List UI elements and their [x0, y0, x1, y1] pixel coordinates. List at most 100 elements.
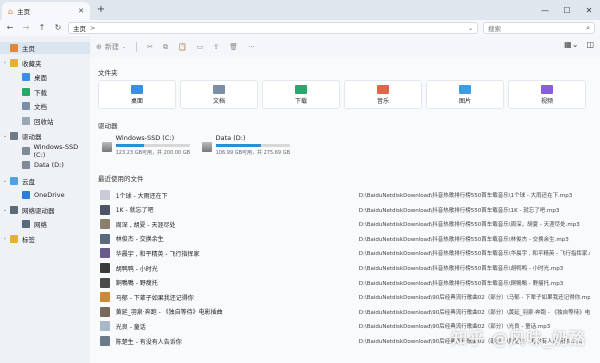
- file-thumbnail: [100, 248, 110, 259]
- paste-icon[interactable]: 📋: [178, 43, 187, 51]
- file-thumbnail: [100, 277, 110, 288]
- drive-icon: [202, 142, 212, 152]
- file-name: 黄延_羽泉·奔跑 - 《独自等待》电影插曲: [115, 309, 223, 317]
- sidebar-item-label: 标签: [22, 236, 35, 244]
- recent-file-row[interactable]: 1K - 就忘了吧 D:\BaiduNetdiskDownload\抖音热歌排行榜…: [100, 203, 590, 217]
- drives-header: 驱动器: [98, 122, 118, 130]
- chevron-icon[interactable]: ⌄: [2, 207, 8, 213]
- chevron-icon[interactable]: ⌄: [2, 133, 8, 139]
- file-path: D:\BaiduNetdiskDownload\抖音热歌排行榜550首车载音乐\…: [358, 266, 564, 272]
- file-name: 华晨宇 , 和平精英 - 飞行指挥家: [115, 250, 200, 258]
- file-thumbnail: [100, 219, 110, 230]
- sidebar-item[interactable]: 下载: [0, 86, 90, 98]
- sidebar-item[interactable]: Data (D:): [0, 159, 90, 171]
- tab-title: 主页: [17, 8, 31, 16]
- more-options-icon[interactable]: ···: [248, 43, 255, 51]
- path-root[interactable]: 主页: [73, 23, 86, 33]
- folder-icon: [10, 235, 18, 243]
- quick-access-folder[interactable]: 下载: [262, 80, 340, 109]
- search-icon[interactable]: ⌕: [586, 24, 590, 33]
- back-arrow-icon[interactable]: ←: [4, 22, 16, 34]
- sidebar-item[interactable]: ⌄ 网络驱动器: [0, 204, 90, 216]
- sidebar-item[interactable]: 回收站: [0, 115, 90, 127]
- file-path: D:\BaiduNetdiskDownload\90后经典流行歌曲02（部分）\…: [358, 309, 590, 316]
- file-name: 1K - 就忘了吧: [115, 207, 154, 215]
- copy-icon[interactable]: ⧉: [163, 43, 168, 52]
- drive-tile[interactable]: Windows-SSD (C:) 123.23 GB可用，共 200.00 GB: [100, 132, 192, 162]
- home-icon: ⌂: [8, 6, 14, 16]
- drive-tile[interactable]: Data (D:) 106.99 GB可用，共 275.69 GB: [200, 132, 292, 162]
- folder-label: 下载: [294, 97, 307, 105]
- folder-label: 图片: [458, 97, 471, 105]
- tab-home[interactable]: ⌂ 主页 ✕: [2, 2, 90, 20]
- recent-file-row[interactable]: 1个球 - 大雨还在下 D:\BaiduNetdiskDownload\抖音热歌排…: [100, 188, 590, 202]
- tab-close-icon[interactable]: ✕: [78, 7, 84, 15]
- sidebar-item[interactable]: › 标签: [0, 233, 90, 245]
- drive-name: Data (D:): [215, 134, 246, 142]
- sidebar-item-label: 云盘: [22, 178, 35, 186]
- recent-file-row[interactable]: 林俊杰 - 交换余生 D:\BaiduNetdiskDownload\抖音热歌排行…: [100, 232, 590, 246]
- sidebar-item[interactable]: › 收藏夹: [0, 57, 90, 69]
- recent-file-row[interactable]: 銅鴨鴨 - 野瘦托 D:\BaiduNetdiskDownload\抖音热歌排行榜…: [100, 276, 590, 290]
- folder-icon: [22, 161, 30, 169]
- quick-access-folder[interactable]: 音乐: [344, 80, 422, 109]
- path-dropdown-icon[interactable]: ⌄: [468, 25, 473, 32]
- folder-icon: [541, 84, 553, 94]
- path-separator-icon[interactable]: >: [90, 24, 95, 32]
- sidebar-item[interactable]: ⌄ 云盘: [0, 175, 90, 187]
- quick-access-folder[interactable]: 视频: [508, 80, 586, 109]
- sidebar-item-label: 网络驱动器: [22, 207, 55, 215]
- recent-file-row[interactable]: 胡鸭鸭 - 小时光 D:\BaiduNetdiskDownload\抖音热歌排行榜…: [100, 261, 590, 275]
- details-pane-icon[interactable]: ◫: [586, 40, 594, 49]
- file-name: 陈楚生 - 有没有人告诉你: [115, 338, 182, 346]
- sidebar-item-label: 文档: [34, 103, 47, 111]
- chevron-icon[interactable]: ›: [2, 236, 8, 242]
- new-button[interactable]: ⊕ 新建 ⌄: [96, 42, 126, 52]
- chevron-icon[interactable]: ⌄: [2, 178, 8, 184]
- sidebar-item[interactable]: 主页: [0, 42, 90, 54]
- minimize-button[interactable]: —: [534, 0, 556, 20]
- refresh-icon[interactable]: ↻: [52, 22, 64, 34]
- cut-icon[interactable]: ✂: [147, 43, 153, 51]
- sidebar-item[interactable]: 网络: [0, 218, 90, 230]
- rename-icon[interactable]: ▭: [197, 43, 204, 51]
- recent-file-row[interactable]: 华晨宇 , 和平精英 - 飞行指挥家 D:\BaiduNetdiskDownloa…: [100, 246, 590, 260]
- folder-icon: [22, 191, 30, 199]
- sidebar-item[interactable]: ⌄ 驱动器: [0, 130, 90, 142]
- file-thumbnail: [100, 336, 110, 346]
- forward-arrow-icon[interactable]: →: [20, 22, 32, 34]
- address-bar[interactable]: 主页 > ⌄: [68, 22, 478, 34]
- chevron-icon[interactable]: ›: [2, 60, 8, 66]
- share-icon[interactable]: ⇪: [213, 43, 219, 51]
- up-arrow-icon[interactable]: ↑: [36, 22, 48, 34]
- quick-access-folder[interactable]: 图片: [426, 80, 504, 109]
- folder-icon: [10, 177, 18, 185]
- sidebar-item[interactable]: OneDrive: [0, 189, 90, 201]
- recent-file-row[interactable]: 黄延_羽泉·奔跑 - 《独自等待》电影插曲 D:\BaiduNetdiskDown…: [100, 305, 590, 319]
- delete-icon[interactable]: 🗑: [229, 43, 238, 51]
- sidebar-item[interactable]: 文档: [0, 100, 90, 112]
- view-controls: ▦⌄ ◫: [564, 40, 594, 49]
- folder-label: 视频: [540, 97, 553, 105]
- recent-file-row[interactable]: 周深 , 胡夏 - 天涯尽处 D:\BaiduNetdiskDownload\抖音…: [100, 217, 590, 231]
- recent-files-header: 最近使用的文件: [98, 175, 144, 183]
- maximize-button[interactable]: ☐: [556, 0, 578, 20]
- new-tab-button[interactable]: +: [95, 4, 107, 16]
- window-controls: — ☐ ✕: [534, 0, 600, 20]
- sidebar-item-label: 回收站: [34, 118, 54, 126]
- folder-icon: [22, 117, 30, 125]
- sidebar-item[interactable]: 桌面: [0, 71, 90, 83]
- file-path: D:\BaiduNetdiskDownload\抖音热歌排行榜550首车载音乐\…: [358, 207, 560, 214]
- new-label: 新建: [104, 43, 119, 51]
- sidebar-item[interactable]: Windows-SSD (C:): [0, 143, 90, 159]
- file-name: 銅鴨鴨 - 野瘦托: [115, 280, 158, 288]
- search-input[interactable]: 搜索 ⌕: [483, 22, 595, 34]
- folder-icon: [22, 102, 30, 110]
- view-mode-icon[interactable]: ▦⌄: [564, 40, 578, 49]
- sidebar-item-label: Data (D:): [34, 161, 64, 169]
- quick-access-folder[interactable]: 文档: [180, 80, 258, 109]
- close-button[interactable]: ✕: [578, 0, 600, 20]
- quick-access-folder[interactable]: 桌面: [98, 80, 176, 109]
- sidebar-item-label: OneDrive: [34, 191, 65, 199]
- recent-file-row[interactable]: 马郁 - 下辈子如果我还记得你 D:\BaiduNetdiskDownload\9…: [100, 290, 590, 304]
